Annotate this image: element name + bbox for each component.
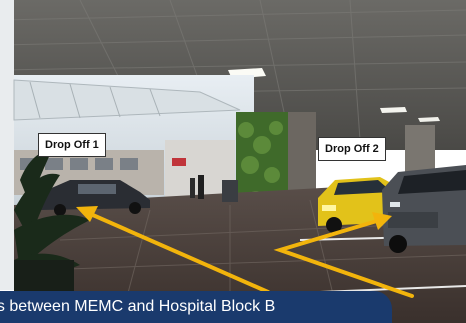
drop-off-1-label: Drop Off 1 (38, 133, 106, 157)
left-glass (0, 0, 14, 290)
caption-text: ns between MEMC and Hospital Block B (0, 298, 276, 315)
scene (0, 0, 466, 323)
caption-banner: ns between MEMC and Hospital Block B (0, 291, 392, 323)
drop-off-photo: Drop Off 1 Drop Off 2 ns between MEMC an… (0, 0, 466, 323)
ceiling-light (380, 107, 407, 113)
grey-suv (382, 165, 466, 253)
drop-off-2-label: Drop Off 2 (318, 137, 386, 161)
